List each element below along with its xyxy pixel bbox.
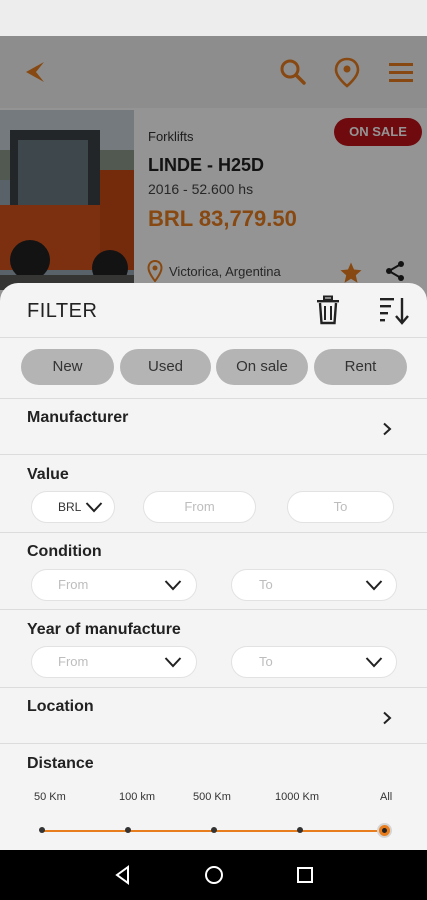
value-to-placeholder: To — [333, 499, 348, 514]
slider-step-dot[interactable] — [297, 827, 303, 833]
sort-icon[interactable] — [378, 295, 410, 325]
divider — [0, 687, 427, 688]
distance-step-label: 50 Km — [34, 791, 66, 803]
divider — [0, 609, 427, 610]
trash-icon[interactable] — [314, 295, 342, 325]
location-label[interactable]: Location — [27, 698, 94, 716]
condition-label: Condition — [27, 543, 102, 560]
recents-square-icon[interactable] — [295, 865, 315, 885]
distance-label: Distance — [27, 755, 94, 772]
distance-step-label: All — [380, 791, 393, 803]
divider — [0, 337, 427, 338]
distance-slider-thumb[interactable] — [377, 823, 392, 838]
home-circle-icon[interactable] — [204, 865, 224, 885]
distance-step-label: 100 km — [119, 791, 156, 803]
slider-step-dot[interactable] — [211, 827, 217, 833]
divider — [0, 532, 427, 533]
filter-header: FILTER — [0, 283, 427, 337]
chevron-down-icon — [365, 580, 383, 591]
chevron-down-icon — [365, 657, 383, 668]
value-label: Value — [27, 466, 69, 483]
condition-to-select[interactable]: To — [231, 569, 397, 601]
chevron-down-icon — [164, 657, 182, 668]
divider — [0, 454, 427, 455]
chevron-right-icon[interactable] — [380, 711, 394, 725]
year-to-placeholder: To — [259, 654, 273, 669]
chip-on-sale[interactable]: On sale — [216, 349, 308, 385]
chevron-down-icon — [85, 502, 103, 513]
year-from-placeholder: From — [58, 654, 89, 669]
value-to-input[interactable]: To — [287, 491, 394, 523]
year-label: Year of manufacture — [27, 621, 181, 638]
slider-step-dot[interactable] — [125, 827, 131, 833]
currency-select[interactable]: BRL — [31, 491, 115, 523]
chevron-right-icon[interactable] — [380, 422, 394, 436]
filter-title: FILTER — [27, 300, 98, 322]
chevron-down-icon — [164, 580, 182, 591]
back-triangle-icon[interactable] — [113, 865, 133, 885]
condition-from-placeholder: From — [58, 577, 89, 592]
distance-step-label: 500 Km — [193, 791, 231, 803]
chip-new[interactable]: New — [21, 349, 114, 385]
manufacturer-label[interactable]: Manufacturer — [27, 409, 128, 427]
system-nav-bar — [0, 850, 427, 900]
condition-from-select[interactable]: From — [31, 569, 197, 601]
distance-step-label: 1000 Km — [275, 791, 320, 803]
status-bar — [0, 0, 427, 36]
condition-to-placeholder: To — [259, 577, 273, 592]
chip-used[interactable]: Used — [120, 349, 211, 385]
value-from-placeholder: From — [184, 499, 215, 514]
divider — [0, 743, 427, 744]
year-to-select[interactable]: To — [231, 646, 397, 678]
filter-sheet: FILTER New Used On sale Rent Manufacture… — [0, 283, 427, 850]
divider — [0, 398, 427, 399]
year-from-select[interactable]: From — [31, 646, 197, 678]
value-from-input[interactable]: From — [143, 491, 256, 523]
slider-step-dot[interactable] — [39, 827, 45, 833]
chip-rent[interactable]: Rent — [314, 349, 407, 385]
